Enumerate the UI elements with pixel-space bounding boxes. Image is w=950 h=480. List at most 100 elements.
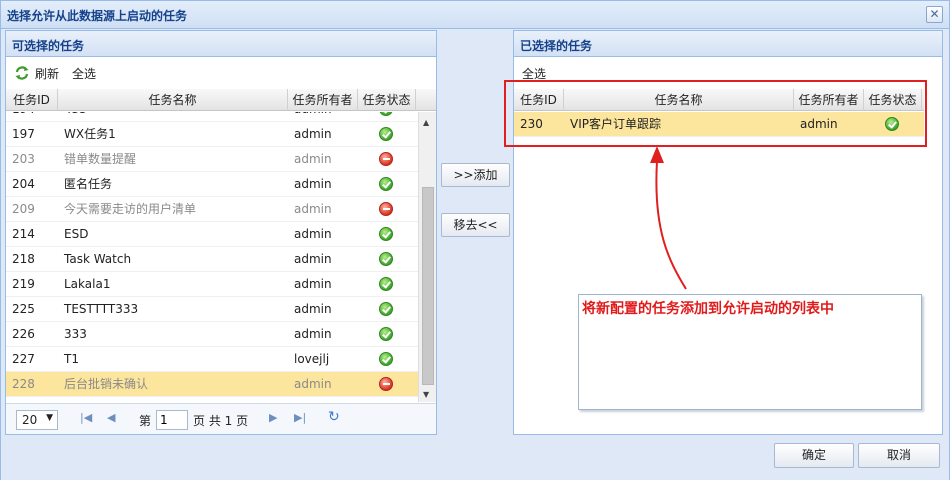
status-ok-icon — [379, 277, 393, 291]
cell-task-id: 209 — [12, 202, 35, 216]
prev-page-icon[interactable]: ◀ — [107, 411, 115, 424]
window-title: 选择允许从此数据源上启动的任务 — [7, 9, 188, 23]
cell-task-name: ESD — [64, 227, 89, 241]
cell-task-name: Task Watch — [64, 252, 132, 266]
chevron-down-icon: ▼ — [46, 413, 53, 423]
annotation-text: 将新配置的任务添加到允许启动的列表中 — [582, 301, 834, 317]
table-row[interactable]: 227 T1 lovejlj — [6, 347, 418, 372]
table-row[interactable]: 228 后台批销未确认 admin — [6, 372, 418, 397]
add-button[interactable]: >>添加 — [441, 163, 510, 187]
title-bar[interactable]: 选择允许从此数据源上启动的任务 ✕ — [1, 1, 949, 29]
cell-task-name: 错单数量提醒 — [64, 152, 137, 166]
status-ok-icon — [379, 302, 393, 316]
selected-tasks-header: 已选择的任务 — [514, 31, 942, 57]
available-tasks-title: 可选择的任务 — [12, 39, 85, 53]
cell-task-id: 225 — [12, 302, 35, 316]
selected-tasks-title: 已选择的任务 — [520, 39, 593, 53]
remove-button[interactable]: 移去<< — [441, 213, 510, 237]
col-header-id[interactable]: 任务ID — [6, 89, 58, 111]
available-tasks-header: 可选择的任务 — [6, 31, 436, 57]
table-row[interactable]: 219 Lakala1 admin — [6, 272, 418, 297]
status-stopped-icon — [379, 202, 393, 216]
status-ok-icon — [379, 252, 393, 266]
page-number-input[interactable] — [156, 410, 188, 430]
cell-task-name: WX任务1 — [64, 127, 116, 141]
table-row[interactable]: 203 错单数量提醒 admin — [6, 147, 418, 172]
cell-task-name: 匿名任务 — [64, 177, 113, 191]
dialog-window: 选择允许从此数据源上启动的任务 ✕ 可选择的任务 刷新 全选 任务ID 任务名称… — [0, 0, 950, 480]
cell-task-owner: admin — [290, 112, 358, 122]
cell-task-id: 204 — [12, 177, 35, 191]
ok-button[interactable]: 确定 — [774, 443, 854, 468]
page-size-value: 20 — [22, 413, 38, 427]
scroll-up-icon[interactable]: ▲ — [423, 118, 429, 127]
cell-task-name: TESTTTT333 — [64, 302, 139, 316]
status-ok-icon — [379, 127, 393, 141]
table-row[interactable]: 194433admin — [6, 112, 418, 122]
dialog-footer: 确定 取消 — [1, 435, 949, 480]
first-page-icon[interactable]: |◀ — [80, 411, 92, 424]
col-header-name[interactable]: 任务名称 — [58, 89, 288, 111]
cell-task-id: 226 — [12, 327, 35, 341]
cell-task-id: 228 — [12, 377, 35, 391]
table-row[interactable]: 204 匿名任务 admin — [6, 172, 418, 197]
left-scrollbar[interactable]: ▲ ▼ — [418, 112, 436, 402]
cell-task-name: 后台批销未确认 — [64, 377, 149, 391]
table-row[interactable]: 226 333 admin — [6, 322, 418, 347]
cell-task-id: 197 — [12, 127, 35, 141]
last-page-icon[interactable]: ▶| — [294, 411, 306, 424]
cell-task-id: 218 — [12, 252, 35, 266]
table-row[interactable]: 225 TESTTTT333 admin — [6, 297, 418, 322]
scroll-down-icon[interactable]: ▼ — [423, 390, 429, 399]
cell-task-owner: admin — [294, 302, 332, 316]
reload-icon[interactable]: ↻ — [328, 409, 340, 425]
left-grid-body: 194433admin197WX任务1admin203错单数量提醒admin20… — [6, 112, 418, 402]
cell-task-owner: admin — [294, 252, 332, 266]
next-page-icon[interactable]: ▶ — [269, 411, 277, 424]
scroll-thumb[interactable] — [422, 187, 434, 385]
cell-task-name: 433 — [60, 112, 288, 122]
status-ok-icon — [379, 112, 393, 116]
highlight-box — [504, 80, 927, 147]
annotation-arrow — [650, 146, 687, 290]
left-select-all-button[interactable]: 全选 — [72, 65, 96, 82]
table-row[interactable]: 218 Task Watch admin — [6, 247, 418, 272]
cell-task-owner: admin — [294, 327, 332, 341]
cell-task-name: Lakala1 — [64, 277, 111, 291]
close-icon[interactable]: ✕ — [926, 6, 943, 23]
available-tasks-panel: 可选择的任务 刷新 全选 任务ID 任务名称 任务所有者 任务状态 194433… — [5, 30, 437, 435]
cell-task-owner: admin — [294, 227, 332, 241]
status-ok-icon — [379, 352, 393, 366]
table-row[interactable]: 197 WX任务1 admin — [6, 122, 418, 147]
left-grid-header: 任务ID 任务名称 任务所有者 任务状态 — [6, 89, 436, 111]
status-stopped-icon — [379, 377, 393, 391]
cell-task-id: 214 — [12, 227, 35, 241]
page-prefix: 第 — [139, 414, 152, 428]
refresh-button[interactable]: 刷新 — [35, 65, 59, 82]
cell-task-name: 今天需要走访的用户清单 — [64, 202, 197, 216]
cell-task-name: 333 — [64, 327, 87, 341]
cell-task-name: T1 — [64, 352, 79, 366]
cell-task-owner: lovejlj — [294, 352, 330, 366]
cell-task-id: 219 — [12, 277, 35, 291]
status-ok-icon — [379, 227, 393, 241]
status-stopped-icon — [379, 152, 393, 166]
col-header-status[interactable]: 任务状态 — [358, 89, 416, 111]
cell-task-id: 203 — [12, 152, 35, 166]
cell-task-owner: admin — [294, 152, 332, 166]
cell-task-owner: admin — [294, 202, 332, 216]
annotation-callout: 将新配置的任务添加到允许启动的列表中 — [578, 294, 922, 410]
cell-task-owner: admin — [294, 277, 332, 291]
page-size-select[interactable]: 20 ▼ — [16, 410, 58, 430]
cell-task-id: 194 — [8, 112, 58, 122]
table-row[interactable]: 214 ESD admin — [6, 222, 418, 247]
cell-task-id: 227 — [12, 352, 35, 366]
refresh-icon[interactable] — [14, 65, 30, 81]
cell-task-owner: admin — [294, 127, 332, 141]
pagination-bar: 20 ▼ |◀ ◀ 第 页 共 1 页 ▶ ▶| ↻ — [6, 403, 436, 434]
status-ok-icon — [379, 327, 393, 341]
cancel-button[interactable]: 取消 — [858, 443, 940, 468]
col-header-owner[interactable]: 任务所有者 — [288, 89, 358, 111]
table-row[interactable]: 209 今天需要走访的用户清单 admin — [6, 197, 418, 222]
page-suffix: 页 共 1 页 — [193, 414, 249, 428]
